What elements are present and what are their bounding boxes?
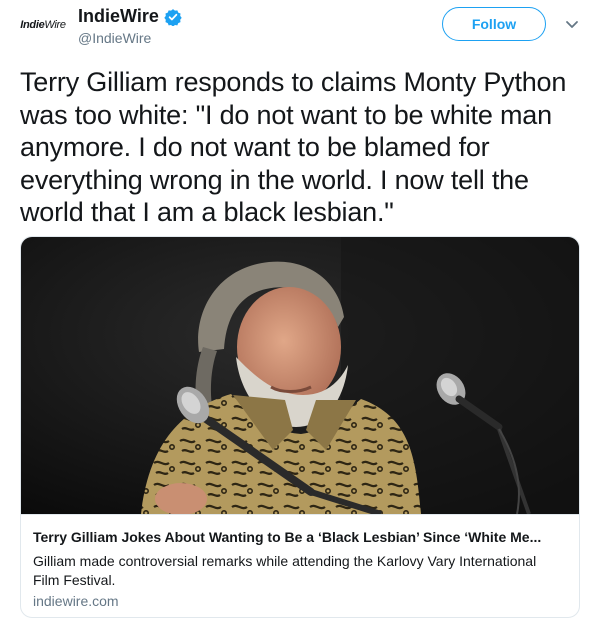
account-name-row[interactable]: IndieWire [78, 6, 182, 27]
avatar-text-indie: Indie [20, 19, 45, 31]
card-photo[interactable] [21, 237, 579, 514]
chevron-down-icon[interactable] [564, 16, 580, 32]
display-name[interactable]: IndieWire [78, 6, 159, 27]
card-domain[interactable]: indiewire.com [33, 593, 119, 609]
account-handle[interactable]: @IndieWire [78, 30, 151, 46]
card-title[interactable]: Terry Gilliam Jokes About Wanting to Be … [33, 529, 569, 545]
verified-badge-icon [164, 8, 182, 26]
avatar-text-wire: Wire [44, 19, 66, 31]
tweet-header: Indie Wire IndieWire @IndieWire Follow [0, 0, 610, 56]
follow-button[interactable]: Follow [442, 7, 546, 41]
card-body[interactable]: Terry Gilliam Jokes About Wanting to Be … [21, 514, 579, 617]
card-description: Gilliam made controversial remarks while… [33, 553, 537, 588]
avatar[interactable]: Indie Wire [20, 10, 66, 40]
tweet-text: Terry Gilliam responds to claims Monty P… [20, 67, 567, 227]
link-card[interactable]: Terry Gilliam Jokes About Wanting to Be … [20, 236, 580, 618]
